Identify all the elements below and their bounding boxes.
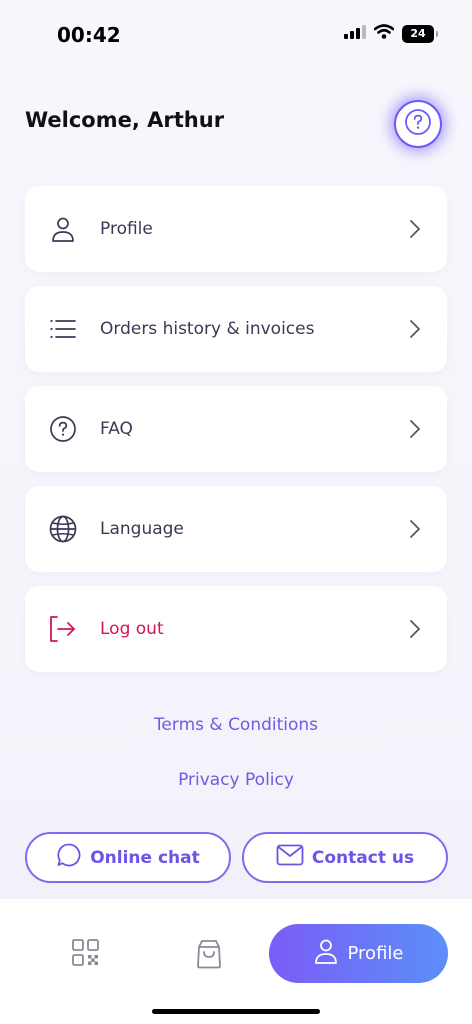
menu-item-label: FAQ: [100, 419, 133, 439]
user-icon: [49, 215, 77, 243]
status-icons: 24: [344, 24, 438, 43]
chevron-right-icon: [409, 419, 421, 443]
tab-profile-label: Profile: [347, 943, 404, 964]
privacy-link[interactable]: Privacy Policy: [0, 770, 472, 790]
chevron-right-icon: [409, 319, 421, 343]
tab-shop[interactable]: [195, 939, 223, 973]
tab-profile[interactable]: Profile: [269, 924, 448, 983]
globe-icon: [49, 515, 77, 543]
wifi-icon: [373, 24, 395, 43]
logout-icon: [49, 615, 77, 643]
menu-item-logout[interactable]: Log out: [25, 586, 447, 672]
status-time: 00:42: [57, 23, 121, 47]
status-bar: 00:42 24: [0, 0, 472, 70]
contact-us-button[interactable]: Contact us: [242, 832, 448, 883]
mail-icon: [276, 844, 304, 871]
contact-us-label: Contact us: [311, 847, 415, 868]
shopping-bag-icon: [195, 940, 223, 973]
menu-item-profile[interactable]: Profile: [25, 186, 447, 272]
battery-icon: 24: [402, 24, 438, 43]
menu-item-orders[interactable]: Orders history & invoices: [25, 286, 447, 372]
menu-item-faq[interactable]: FAQ: [25, 386, 447, 472]
chat-bubble-icon: [56, 842, 82, 873]
qr-code-icon: [72, 939, 99, 970]
home-indicator: [152, 1009, 320, 1014]
tab-qr-scan[interactable]: [72, 939, 99, 970]
help-circle-icon: [404, 108, 432, 140]
user-icon: [314, 938, 338, 969]
chevron-right-icon: [409, 619, 421, 643]
list-icon: [49, 315, 77, 343]
menu-item-label: Profile: [100, 219, 153, 239]
cellular-signal-icon: [344, 24, 366, 43]
terms-link[interactable]: Terms & Conditions: [0, 715, 472, 735]
menu-item-label: Language: [100, 519, 184, 539]
help-button[interactable]: [394, 100, 442, 148]
menu-item-label: Log out: [100, 619, 164, 639]
chevron-right-icon: [409, 219, 421, 243]
menu-item-label: Orders history & invoices: [100, 319, 315, 339]
menu-item-language[interactable]: Language: [25, 486, 447, 572]
online-chat-button[interactable]: Online chat: [25, 832, 231, 883]
online-chat-label: Online chat: [90, 847, 200, 868]
chevron-right-icon: [409, 519, 421, 543]
help-circle-icon: [49, 415, 77, 443]
welcome-title: Welcome, Arthur: [25, 108, 225, 132]
